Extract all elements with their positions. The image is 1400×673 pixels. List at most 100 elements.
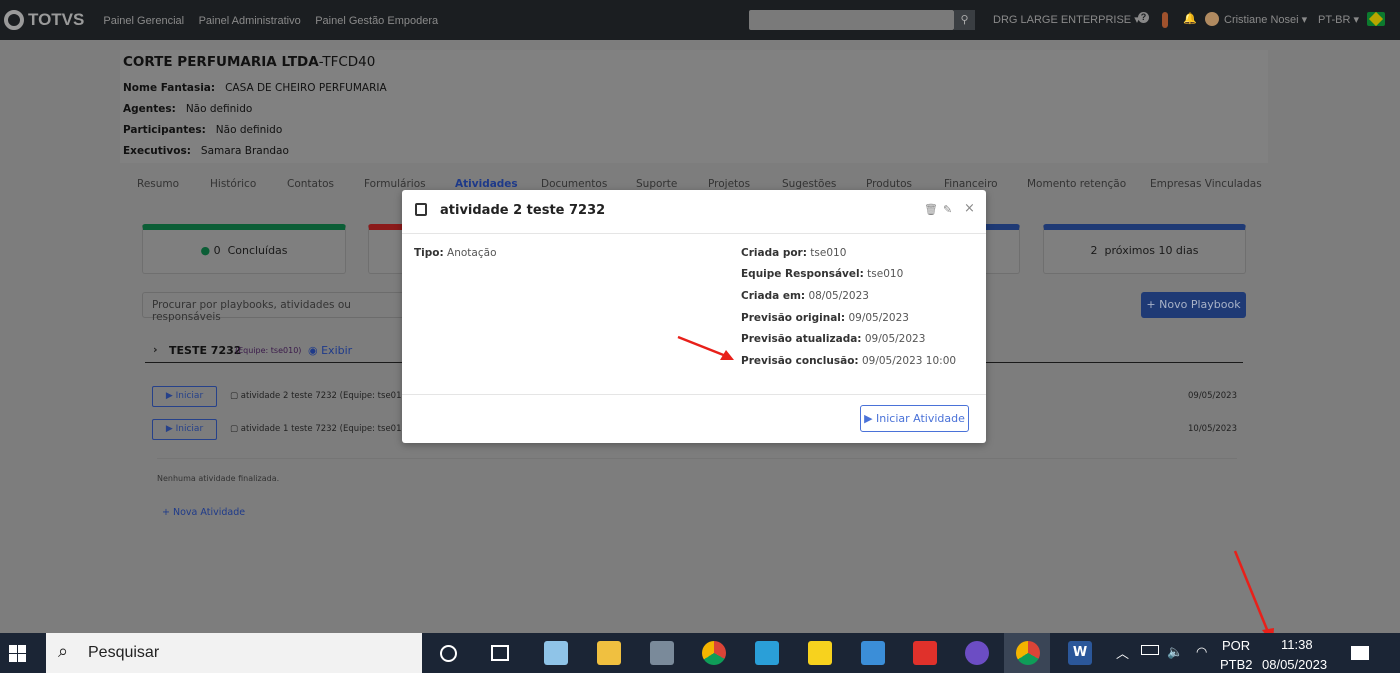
app-icon-red[interactable] bbox=[913, 641, 937, 665]
start-label: Iniciar bbox=[175, 391, 204, 401]
avatar-figure-icon[interactable] bbox=[1162, 12, 1168, 28]
chevron-up-icon[interactable]: ︿ bbox=[1116, 643, 1129, 662]
field-value: tse010 bbox=[867, 268, 904, 280]
taskbar-search-label: Pesquisar bbox=[88, 644, 160, 661]
red-arrow-annotation bbox=[1233, 550, 1274, 644]
bell-icon[interactable]: 🔔 bbox=[1183, 12, 1197, 25]
activity-modal: atividade 2 teste 7232 🗑 ✎ × Tipo: Anota… bbox=[402, 190, 986, 443]
tab-sugestoes[interactable]: Sugestões bbox=[782, 178, 836, 190]
taskbar-search[interactable]: ⌕ Pesquisar bbox=[46, 633, 422, 673]
detail-previsao-atualizada: Previsão atualizada: 09/05/2023 bbox=[741, 333, 925, 345]
show-label: Exibir bbox=[321, 344, 353, 357]
chevron-right-icon[interactable]: › bbox=[153, 343, 158, 356]
field-value: Anotação bbox=[447, 247, 497, 259]
brazil-flag-icon[interactable] bbox=[1367, 11, 1385, 27]
field-value: 09/05/2023 bbox=[864, 333, 926, 345]
eye-icon: ◉ bbox=[308, 344, 318, 357]
company-dropdown[interactable]: DRG LARGE ENTERPRISE ▾ bbox=[993, 13, 1140, 26]
activity-name[interactable]: ▢ atividade 1 teste 7232 (Equipe: tse010… bbox=[230, 424, 410, 434]
tab-financeiro[interactable]: Financeiro bbox=[944, 178, 998, 190]
tab-formularios[interactable]: Formulários bbox=[364, 178, 426, 190]
new-activity-link[interactable]: + Nova Atividade bbox=[162, 507, 245, 518]
user-avatar[interactable] bbox=[1205, 12, 1219, 26]
new-playbook-button[interactable]: + Novo Playbook bbox=[1141, 292, 1246, 318]
modal-header: atividade 2 teste 7232 🗑 ✎ × bbox=[402, 190, 986, 234]
tab-atividades[interactable]: Atividades bbox=[455, 178, 518, 190]
card-concluidas[interactable]: ● 0 Concluídas bbox=[142, 224, 346, 274]
calculator-icon[interactable] bbox=[650, 641, 674, 665]
app-icon-purple[interactable] bbox=[965, 641, 989, 665]
user-dropdown[interactable]: Cristiane Nosei ▾ bbox=[1224, 13, 1307, 26]
input-language[interactable]: POR bbox=[1222, 638, 1250, 653]
show-link[interactable]: ◉ Exibir bbox=[308, 344, 352, 357]
play-icon: ▶ bbox=[864, 412, 873, 425]
chrome-icon[interactable] bbox=[702, 641, 726, 665]
start-activity-button[interactable]: ▶ Iniciar bbox=[152, 419, 217, 440]
volume-icon[interactable]: 🔈 bbox=[1167, 644, 1183, 660]
clock-date[interactable]: 08/05/2023 bbox=[1262, 657, 1327, 672]
field-label: Equipe Responsável: bbox=[741, 268, 864, 280]
nav-painel-gerencial[interactable]: Painel Gerencial bbox=[103, 15, 184, 27]
global-search-input[interactable] bbox=[749, 10, 954, 30]
field-participantes: Participantes: Não definido bbox=[123, 124, 282, 136]
field-value: 08/05/2023 bbox=[808, 290, 869, 302]
playbook-search-input[interactable]: Procurar por playbooks, atividades ou re… bbox=[142, 292, 412, 323]
activity-name[interactable]: ▢ atividade 2 teste 7232 (Equipe: tse010… bbox=[230, 391, 410, 401]
group-name: TESTE 7232 bbox=[169, 344, 242, 357]
photos-icon[interactable] bbox=[861, 641, 885, 665]
nav-painel-administrativo[interactable]: Painel Administrativo bbox=[199, 15, 301, 27]
search-icon: ⚲ bbox=[960, 13, 969, 26]
field-label: Nome Fantasia: bbox=[123, 82, 216, 94]
input-layout[interactable]: PTB2 bbox=[1220, 657, 1253, 672]
field-label: Tipo: bbox=[414, 247, 444, 259]
start-label: Iniciar bbox=[175, 424, 204, 434]
wifi-icon[interactable]: ◠ bbox=[1196, 644, 1207, 660]
tab-produtos[interactable]: Produtos bbox=[866, 178, 912, 190]
field-executivos: Executivos: Samara Brandao bbox=[123, 145, 289, 157]
battery-icon[interactable] bbox=[1141, 645, 1159, 655]
task-view-icon[interactable] bbox=[491, 645, 509, 661]
no-finished-text: Nenhuma atividade finalizada. bbox=[157, 474, 280, 483]
tab-momento-retencao[interactable]: Momento retenção bbox=[1027, 178, 1126, 190]
tab-contatos[interactable]: Contatos bbox=[287, 178, 334, 190]
remote-desktop-icon[interactable] bbox=[755, 641, 779, 665]
cortana-icon[interactable] bbox=[440, 645, 457, 662]
totvs-logo[interactable]: TOTVS bbox=[4, 10, 84, 30]
card-label: próximos 10 dias bbox=[1104, 244, 1199, 257]
tab-projetos[interactable]: Projetos bbox=[708, 178, 750, 190]
windows-start-icon[interactable] bbox=[9, 645, 26, 662]
user-name: Cristiane Nosei bbox=[1224, 14, 1299, 26]
close-icon[interactable]: × bbox=[964, 201, 975, 216]
clock-time[interactable]: 11:38 bbox=[1281, 637, 1313, 652]
tab-historico[interactable]: Histórico bbox=[210, 178, 256, 190]
field-label: Executivos: bbox=[123, 145, 191, 157]
nav-painel-gestao-empodera[interactable]: Painel Gestão Empodera bbox=[315, 15, 438, 27]
word-icon[interactable]: W bbox=[1068, 641, 1092, 665]
new-activity-label: Nova Atividade bbox=[173, 507, 246, 518]
company-name: DRG LARGE ENTERPRISE bbox=[993, 14, 1132, 26]
language-dropdown[interactable]: PT-BR ▾ bbox=[1318, 13, 1359, 26]
detail-equipe: Equipe Responsável: tse010 bbox=[741, 268, 903, 280]
activity-date: 10/05/2023 bbox=[1188, 424, 1237, 434]
field-agentes: Agentes: Não definido bbox=[123, 103, 252, 115]
help-icon[interactable]: ? bbox=[1138, 12, 1149, 23]
file-explorer-icon[interactable] bbox=[597, 641, 621, 665]
start-activity-button[interactable]: ▶ Iniciar bbox=[152, 386, 217, 407]
trash-icon[interactable]: 🗑 bbox=[924, 203, 938, 216]
new-playbook-label: Novo Playbook bbox=[1159, 298, 1241, 311]
sticky-notes-icon[interactable] bbox=[808, 641, 832, 665]
tab-resumo[interactable]: Resumo bbox=[137, 178, 179, 190]
field-label: Participantes: bbox=[123, 124, 206, 136]
search-button[interactable]: ⚲ bbox=[954, 10, 975, 30]
notifications-icon[interactable] bbox=[1351, 646, 1369, 660]
tab-documentos[interactable]: Documentos bbox=[541, 178, 607, 190]
card-proximos-10-dias[interactable]: 2 próximos 10 dias bbox=[1043, 224, 1246, 274]
logo-text: TOTVS bbox=[28, 10, 85, 29]
app-icon-notes[interactable] bbox=[544, 641, 568, 665]
tab-suporte[interactable]: Suporte bbox=[636, 178, 677, 190]
chrome-profile-icon[interactable] bbox=[1016, 641, 1040, 665]
field-value: CASA DE CHEIRO PERFUMARIA bbox=[225, 82, 387, 94]
tab-empresas-vinculadas[interactable]: Empresas Vinculadas bbox=[1150, 178, 1262, 190]
start-activity-modal-button[interactable]: ▶ Iniciar Atividade bbox=[860, 405, 969, 432]
pencil-icon[interactable]: ✎ bbox=[943, 203, 952, 216]
